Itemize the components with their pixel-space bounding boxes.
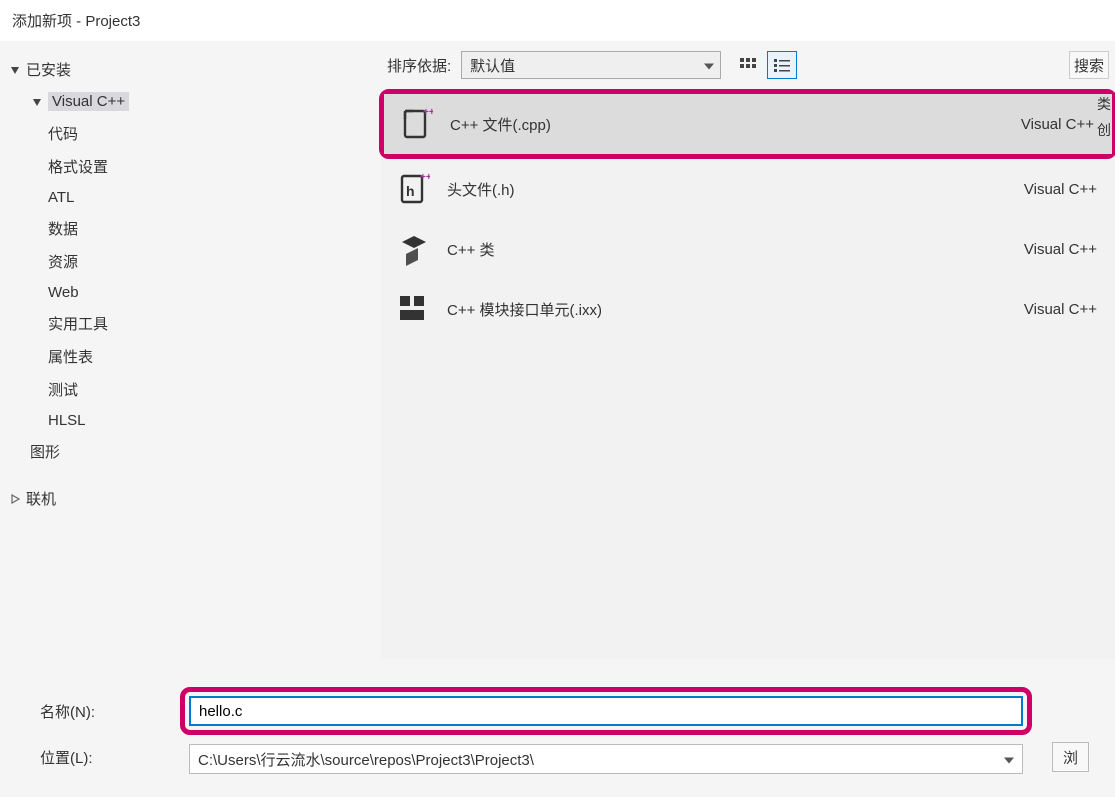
tree-item-installed[interactable]: 已安装: [4, 53, 380, 86]
view-list-button[interactable]: [767, 51, 797, 79]
list-icon: [774, 58, 790, 72]
caret-right-icon: [8, 492, 22, 506]
location-label: 位置(L):: [40, 747, 180, 768]
svg-text:++: ++: [423, 107, 433, 118]
template-lang: Visual C++: [1024, 301, 1097, 318]
name-label: 名称(N):: [40, 701, 180, 722]
name-input[interactable]: [189, 696, 1023, 726]
svg-text:++: ++: [420, 172, 430, 183]
view-large-icons-button[interactable]: [733, 51, 763, 79]
tree-item-code[interactable]: 代码: [44, 117, 380, 150]
template-lang: Visual C++: [1021, 116, 1094, 133]
chevron-down-icon: [704, 57, 714, 74]
location-value: C:\Users\行云流水\source\repos\Project3\Proj…: [198, 749, 534, 770]
browse-button[interactable]: 浏: [1052, 742, 1089, 772]
template-row-header[interactable]: h ++ 头文件(.h) Visual C++: [381, 159, 1115, 219]
tree-label: Visual C++: [48, 92, 129, 111]
location-select[interactable]: C:\Users\行云流水\source\repos\Project3\Proj…: [189, 744, 1023, 774]
tree-item-resource[interactable]: 资源: [44, 245, 380, 278]
form-panel: 名称(N): 位置(L): C:\Users\行云流水\source\repos…: [0, 682, 1115, 786]
chevron-down-icon: [1004, 751, 1014, 768]
tree-item-online[interactable]: 联机: [4, 482, 380, 515]
grid-icon: [740, 58, 756, 72]
template-list: ++ C++ 文件(.cpp) Visual C++ h ++ 头文件(.h): [381, 89, 1115, 659]
tree-item-formatting[interactable]: 格式设置: [44, 150, 380, 183]
tree-item-atl[interactable]: ATL: [44, 183, 380, 212]
tree-item-web[interactable]: Web: [44, 278, 380, 307]
template-name: C++ 文件(.cpp): [450, 114, 1021, 135]
tree-label: 已安装: [26, 59, 71, 80]
template-name: 头文件(.h): [447, 179, 1024, 200]
template-name: C++ 类: [447, 239, 1024, 260]
browse-label: 浏: [1063, 747, 1078, 768]
right-panel-clipped: 类 创: [1097, 50, 1115, 140]
template-name: C++ 模块接口单元(.ixx): [447, 299, 1024, 320]
toolbar: 排序依据: 默认值: [381, 41, 1115, 89]
category-tree: 已安装 Visual C++ 代码 格式设置 ATL 数据 资源 Web 实用工…: [0, 41, 380, 659]
caret-down-icon: [8, 63, 22, 77]
template-row-class[interactable]: C++ 类 Visual C++: [381, 219, 1115, 279]
dialog-title: 添加新项 - Project3: [0, 0, 1115, 41]
module-icon: [395, 291, 431, 327]
tree-item-prop[interactable]: 属性表: [44, 340, 380, 373]
tree-item-test[interactable]: 测试: [44, 373, 380, 406]
caret-down-icon: [30, 95, 44, 109]
template-lang: Visual C++: [1024, 241, 1097, 258]
tree-item-visualcpp[interactable]: Visual C++: [26, 86, 380, 117]
tree-label: 联机: [26, 488, 56, 509]
sort-select[interactable]: 默认值: [461, 51, 721, 79]
cpp-file-icon: ++: [398, 106, 434, 142]
class-icon: [395, 231, 431, 267]
tree-item-util[interactable]: 实用工具: [44, 307, 380, 340]
sort-select-value: 默认值: [470, 55, 515, 76]
header-file-icon: h ++: [395, 171, 431, 207]
sort-label: 排序依据:: [387, 55, 451, 76]
template-row-module[interactable]: C++ 模块接口单元(.ixx) Visual C++: [381, 279, 1115, 339]
tree-item-data[interactable]: 数据: [44, 212, 380, 245]
tree-item-hlsl[interactable]: HLSL: [44, 406, 380, 435]
svg-text:h: h: [406, 183, 415, 199]
template-row-cpp[interactable]: ++ C++ 文件(.cpp) Visual C++: [384, 94, 1112, 154]
tree-item-graphics[interactable]: 图形: [26, 435, 380, 468]
template-lang: Visual C++: [1024, 181, 1097, 198]
